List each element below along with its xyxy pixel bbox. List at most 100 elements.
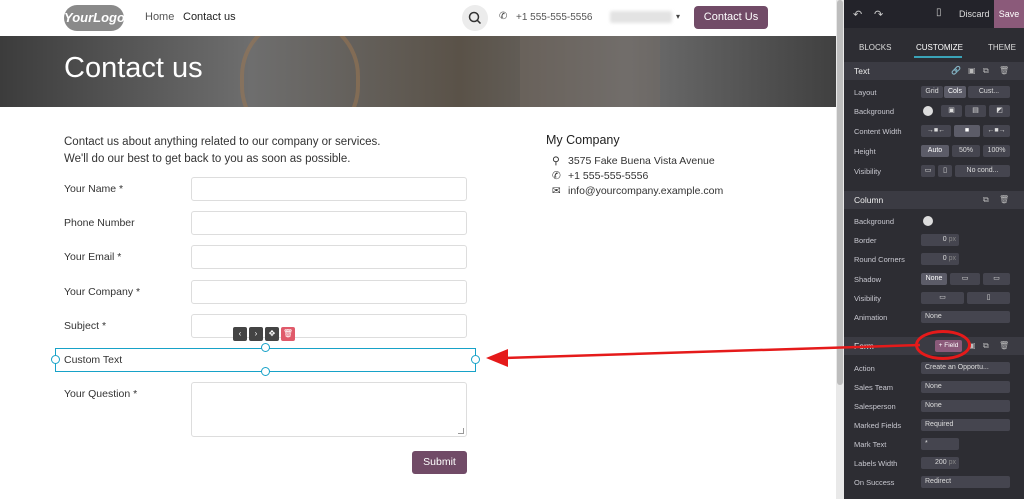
sales-team-select[interactable]: None — [921, 381, 1010, 393]
animation-select[interactable]: None — [921, 311, 1010, 323]
resize-handle-right[interactable] — [471, 355, 480, 364]
camera-icon[interactable]: ▣ — [941, 105, 962, 117]
desktop-icon[interactable]: ▭ — [921, 292, 964, 304]
discard-button[interactable]: Discard — [959, 9, 990, 19]
company-address-row: ⚲ 3575 Fake Buena Vista Avenue — [552, 155, 715, 167]
move-icon[interactable]: ✥ — [265, 327, 279, 341]
shadow-inset-icon[interactable]: ▭ — [983, 273, 1010, 285]
save-icon[interactable]: ▣ — [968, 66, 976, 75]
width-narrow-icon[interactable]: →■← — [921, 125, 951, 137]
tab-blocks[interactable]: BLOCKS — [859, 43, 891, 52]
unit: px — [948, 255, 956, 262]
label-marked-fields: Marked Fields — [854, 421, 902, 430]
resize-grip-icon[interactable] — [458, 428, 464, 434]
copy-icon[interactable]: ⧉ — [983, 341, 989, 351]
label-column-background: Background — [854, 217, 895, 226]
height-auto-option[interactable]: Auto — [921, 145, 949, 157]
visibility-condition-select[interactable]: No cond... — [955, 165, 1010, 177]
resize-handle-bottom[interactable] — [261, 367, 270, 376]
your-name-input[interactable] — [191, 177, 467, 201]
labels-width-input[interactable]: 200 px — [921, 457, 959, 469]
your-question-textarea[interactable] — [191, 382, 467, 437]
mobile-icon[interactable]: ▯ — [938, 165, 952, 177]
contact-us-button[interactable]: Contact Us — [694, 6, 768, 29]
website-preview: YourLogo Home Contact us ✆ +1 555-555-55… — [0, 0, 836, 499]
resize-handle-top[interactable] — [261, 343, 270, 352]
marked-fields-select[interactable]: Required — [921, 419, 1010, 431]
video-icon[interactable]: ▤ — [965, 105, 986, 117]
annotation-highlight-circle — [915, 330, 971, 360]
copy-icon[interactable]: ⧉ — [983, 195, 989, 205]
section-title: Text — [854, 66, 870, 76]
layout-grid-option[interactable]: Grid — [921, 86, 943, 98]
tab-customize[interactable]: CUSTOMIZE — [916, 43, 963, 52]
save-button[interactable]: Save — [994, 0, 1024, 28]
company-address: 3575 Fake Buena Vista Avenue — [568, 155, 715, 167]
background-color-swatch[interactable] — [923, 106, 933, 116]
unit: px — [948, 236, 956, 243]
desktop-icon[interactable]: ▭ — [921, 165, 935, 177]
chevron-left-icon[interactable]: ‹ — [233, 327, 247, 341]
action-select[interactable]: Create an Opportu... — [921, 362, 1010, 374]
height-100-option[interactable]: 100% — [983, 145, 1010, 157]
label-on-success: On Success — [854, 478, 895, 487]
submit-button[interactable]: Submit — [412, 451, 467, 474]
shadow-outset-icon[interactable]: ▭ — [950, 273, 980, 285]
company-email[interactable]: info@yourcompany.example.com — [568, 185, 723, 197]
tab-theme[interactable]: THEME — [988, 43, 1016, 52]
resize-handle-left[interactable] — [51, 355, 60, 364]
chevron-right-icon[interactable]: › — [249, 327, 263, 341]
image-icon[interactable]: ◩ — [989, 105, 1010, 117]
redo-icon[interactable]: ↷ — [874, 8, 883, 21]
header-phone[interactable]: +1 555-555-5556 — [516, 12, 592, 23]
label-shadow: Shadow — [854, 275, 882, 284]
map-marker-icon: ⚲ — [552, 155, 560, 167]
on-success-select[interactable]: Redirect — [921, 476, 1010, 488]
banner-decoration — [240, 36, 360, 107]
phone-number-input[interactable] — [191, 211, 467, 235]
unit: px — [948, 459, 956, 466]
label-mark-text: Mark Text — [854, 440, 887, 449]
link-icon[interactable]: 🔗 — [951, 66, 961, 75]
trash-icon[interactable]: 🗑 — [281, 327, 295, 341]
company-phone-row: ✆ +1 555-555-5556 — [552, 170, 648, 182]
label-column-visibility: Visibility — [854, 294, 881, 303]
width-full-icon[interactable]: ←■→ — [983, 125, 1010, 137]
scrollbar-thumb[interactable] — [837, 0, 843, 385]
mark-text-input[interactable]: * — [921, 438, 959, 450]
site-logo[interactable]: YourLogo — [64, 5, 125, 31]
undo-icon[interactable]: ↶ — [853, 8, 862, 21]
copy-icon[interactable]: ⧉ — [983, 66, 989, 76]
search-button[interactable] — [462, 5, 488, 31]
width-regular-icon[interactable]: ■ — [954, 125, 980, 137]
column-section-header: Column ⧉ 🗑 — [844, 191, 1024, 209]
nav-contact-us[interactable]: Contact us — [183, 11, 236, 23]
border-width-input[interactable]: 0 px — [921, 234, 959, 246]
chevron-down-icon[interactable]: ▾ — [676, 12, 680, 21]
label-your-name: Your Name * — [64, 183, 124, 195]
height-50-option[interactable]: 50% — [952, 145, 980, 157]
page-scrollbar[interactable] — [836, 0, 844, 499]
column-background-swatch[interactable] — [923, 216, 933, 226]
page-banner: Contact us — [0, 36, 836, 107]
your-email-input[interactable] — [191, 245, 467, 269]
label-custom-text: Custom Text — [64, 354, 123, 366]
salesperson-select[interactable]: None — [921, 400, 1010, 412]
layout-cols-option[interactable]: Cols — [944, 86, 966, 98]
mobile-preview-icon[interactable]: ▯ — [936, 7, 942, 18]
round-corners-input[interactable]: 0 px — [921, 253, 959, 265]
phone-icon: ✆ — [499, 11, 508, 22]
trash-icon[interactable]: 🗑 — [999, 66, 1009, 75]
your-company-input[interactable] — [191, 280, 467, 304]
text-section-header: Text 🔗 ▣ ⧉ 🗑 — [844, 62, 1024, 80]
label-your-company: Your Company * — [64, 286, 141, 298]
label-border: Border — [854, 236, 877, 245]
mobile-icon[interactable]: ▯ — [967, 292, 1010, 304]
trash-icon[interactable]: 🗑 — [999, 195, 1009, 204]
user-menu-blurred[interactable] — [610, 11, 672, 23]
trash-icon[interactable]: 🗑 — [999, 341, 1009, 350]
intro-line: We'll do our best to get back to you as … — [64, 153, 351, 165]
layout-custom-select[interactable]: Cust... — [968, 86, 1010, 98]
shadow-none-option[interactable]: None — [921, 273, 947, 285]
nav-home[interactable]: Home — [145, 11, 174, 23]
